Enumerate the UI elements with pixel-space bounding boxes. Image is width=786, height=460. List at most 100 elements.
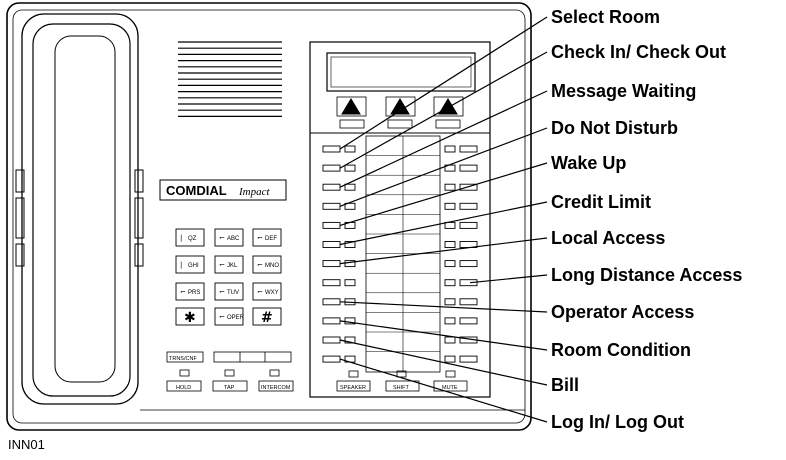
soft-key-1-icon[interactable] <box>341 98 361 115</box>
keypad-key-glyph: # <box>261 310 273 326</box>
callout-bill: Bill <box>551 375 580 395</box>
left-led-1 <box>344 145 356 153</box>
intercom-label: INTERCOM <box>261 385 291 391</box>
hold-label: HOLD <box>176 385 191 391</box>
left-key-6[interactable] <box>322 241 341 248</box>
keypad-key-glyph: ⌐ <box>219 288 225 296</box>
right-led-12 <box>444 355 456 363</box>
left-key-11[interactable] <box>322 336 341 344</box>
keypad-key-glyph: ⌐ <box>219 234 225 242</box>
right-led-4 <box>444 202 456 210</box>
leader-line-1 <box>339 16 548 150</box>
keypad-key-glyph: | <box>180 261 182 269</box>
keypad-key-star[interactable]: ✱ <box>175 307 205 326</box>
brand-logo-script: Impact <box>238 186 270 198</box>
callout-leader-lines <box>339 16 548 423</box>
right-led-3 <box>444 183 456 191</box>
right-led-6 <box>444 241 456 248</box>
right-led-11 <box>444 336 456 344</box>
handset <box>15 13 144 405</box>
keypad-key-letters: JKL <box>227 263 238 269</box>
keypad-key-glyph: | <box>180 234 182 242</box>
speaker-led <box>348 370 359 378</box>
leader-line-10 <box>339 320 548 351</box>
leader-line-2 <box>339 51 548 169</box>
left-key-2[interactable] <box>322 164 341 172</box>
display-soft-keys <box>336 96 464 129</box>
leader-line-11 <box>339 339 548 386</box>
keypad-key-glyph: ⌐ <box>180 288 186 296</box>
keypad-key-qz[interactable]: | QZ <box>175 228 205 247</box>
phone-illustration: COMDIAL Impact | QZ ⌐ ABC ⌐ DEF| GHI ⌐ JKL ⌐ MNO⌐ P… <box>6 2 548 431</box>
keypad-key-prs[interactable]: ⌐ PRS <box>175 282 205 301</box>
mute-label: MUTE <box>442 385 458 391</box>
right-led-8 <box>444 279 456 287</box>
callout-select-room: Select Room <box>551 7 661 27</box>
right-led-1 <box>444 145 456 153</box>
phone-base-inner <box>12 9 526 424</box>
keypad-key-glyph: ⌐ <box>257 288 263 296</box>
keypad-key-abc[interactable]: ⌐ ABC <box>214 228 244 247</box>
shift-label: SHIFT <box>393 385 410 391</box>
tap-led <box>224 369 235 377</box>
left-key-9[interactable] <box>322 298 341 306</box>
intercom-led <box>269 369 280 377</box>
right-key-12[interactable] <box>459 355 478 363</box>
callout-message-waiting: Message Waiting <box>551 81 697 101</box>
keypad-key-glyph: ⌐ <box>219 261 225 269</box>
soft-key-3-icon[interactable] <box>438 98 458 115</box>
leader-line-12 <box>339 358 548 423</box>
keypad-key-def[interactable]: ⌐ DEF <box>252 228 282 247</box>
callout-credit-limit: Credit Limit <box>551 192 652 212</box>
left-key-12[interactable] <box>322 355 341 363</box>
callout-do-not-disturb: Do Not Disturb <box>551 118 678 138</box>
hold-led <box>179 369 190 377</box>
leader-line-8 <box>469 274 548 284</box>
speaker-grille <box>178 41 282 118</box>
speaker-label: SPEAKER <box>340 385 366 391</box>
keypad-key-letters: ABC <box>227 236 240 242</box>
keypad-key-ghi[interactable]: | GHI <box>175 255 205 274</box>
left-key-7[interactable] <box>322 260 341 268</box>
right-led-10 <box>444 317 456 325</box>
callout-check-in-check-out: Check In/ Check Out <box>551 42 727 62</box>
right-led-7 <box>444 260 456 268</box>
dial-keypad: | QZ ⌐ ABC ⌐ DEF| GHI ⌐ JKL ⌐ MNO⌐ PRS ⌐ TUV ⌐ WXY✱ ⌐ OPE… <box>175 228 282 326</box>
leader-line-7 <box>339 237 548 265</box>
right-key-2[interactable] <box>459 164 478 172</box>
left-key-4[interactable] <box>322 202 341 210</box>
right-key-5[interactable] <box>459 221 478 229</box>
leader-line-6 <box>339 201 548 246</box>
right-key-1[interactable] <box>459 145 478 153</box>
keypad-key-letters: GHI <box>188 263 199 269</box>
left-key-3[interactable] <box>322 183 341 191</box>
right-key-10[interactable] <box>459 317 478 325</box>
function-strip <box>213 351 292 363</box>
tap-label: TAP <box>224 385 235 391</box>
keypad-key-glyph: ⌐ <box>257 234 263 242</box>
keypad-key-letters: MNO <box>265 263 279 269</box>
right-key-7[interactable] <box>459 260 478 268</box>
keypad-key-jkl[interactable]: ⌐ JKL <box>214 255 244 274</box>
right-led-9 <box>444 298 456 306</box>
left-led-8 <box>344 279 356 287</box>
keypad-key-pound[interactable]: # <box>252 307 282 326</box>
keypad-key-wxy[interactable]: ⌐ WXY <box>252 282 282 301</box>
keypad-key-oper[interactable]: ⌐ OPER <box>214 307 245 326</box>
right-key-9[interactable] <box>459 298 478 306</box>
keypad-key-letters: TUV <box>227 290 239 296</box>
keypad-key-mno[interactable]: ⌐ MNO <box>252 255 282 274</box>
keypad-key-tuv[interactable]: ⌐ TUV <box>214 282 244 301</box>
left-key-5[interactable] <box>322 221 341 229</box>
right-led-5 <box>444 221 456 229</box>
keypad-key-letters: OPER <box>227 315 245 321</box>
callout-wake-up: Wake Up <box>551 153 627 173</box>
keypad-key-letters: QZ <box>188 236 197 242</box>
callout-log-in-log-out: Log In/ Log Out <box>551 412 684 432</box>
keypad-key-glyph: ⌐ <box>219 313 225 321</box>
left-key-10[interactable] <box>322 317 341 325</box>
left-key-8[interactable] <box>322 279 341 287</box>
figure-id: INN01 <box>8 437 45 452</box>
right-key-4[interactable] <box>459 202 478 210</box>
left-key-1[interactable] <box>322 145 341 153</box>
